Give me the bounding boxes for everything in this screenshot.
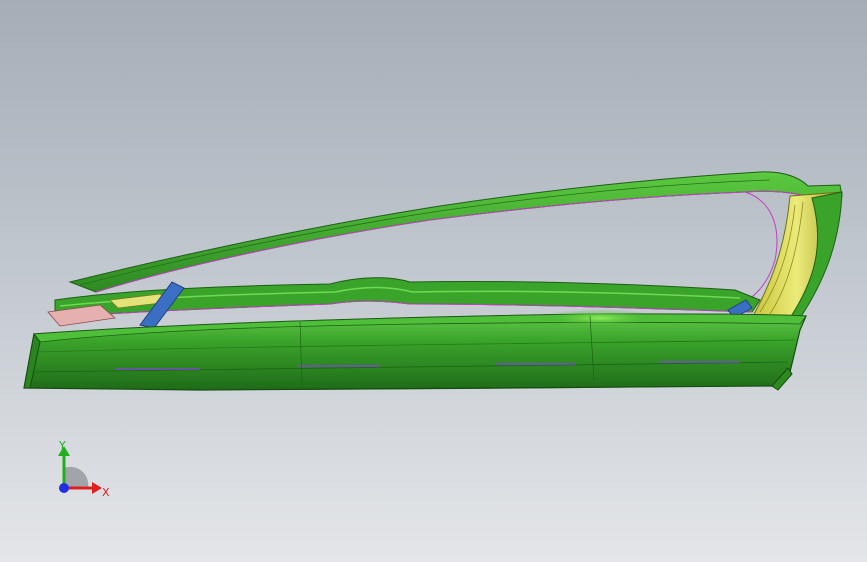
rocker-gloss [540, 309, 660, 327]
coordinate-triad: Y X [44, 438, 124, 518]
y-axis-label: Y [59, 439, 66, 452]
graphics-viewport[interactable]: Y X [0, 0, 867, 562]
roof-rail [68, 171, 843, 293]
x-axis-label: X [102, 486, 110, 499]
x-axis-arrowhead [92, 482, 102, 494]
axis-arrows [58, 446, 102, 494]
z-axis-dot [59, 483, 69, 493]
side-frame-model[interactable] [0, 0, 867, 562]
